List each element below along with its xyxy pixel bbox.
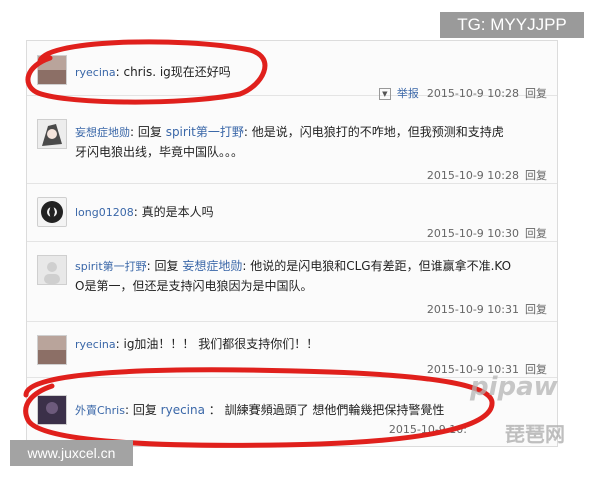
- comment-item: spirit第一打野: 回复 妄想症地勋: 他说的是闪电狼和CLG有差距，但谁赢…: [27, 241, 557, 322]
- user-avatar[interactable]: [37, 55, 67, 85]
- reply-link[interactable]: 回复: [525, 87, 547, 100]
- comment-author-link[interactable]: ryecina: [75, 338, 116, 351]
- user-avatar[interactable]: [37, 119, 67, 149]
- pipaw-watermark: pipaw: [470, 372, 558, 402]
- comment-timestamp: 2015-10-9 10:31: [426, 303, 519, 316]
- reply-prefix: : 回复: [124, 403, 161, 417]
- user-avatar[interactable]: [37, 255, 67, 285]
- mention-link[interactable]: 妄想症地勋: [182, 259, 242, 273]
- comment-line: long01208: 真的是本人吗: [75, 203, 214, 222]
- reply-prefix: : 回复: [130, 125, 166, 139]
- comment-meta: 2015-10-9 10:: [389, 423, 467, 436]
- comment-meta: 2015-10-9 10:28 回复: [427, 167, 547, 183]
- comment-text: ： 訓練賽頻過頭了 想他們輪幾把保持警覺性: [204, 403, 445, 417]
- comment-meta: 2015-10-9 10:31 回复: [427, 301, 547, 317]
- comment-line: 妄想症地勋: 回复 spirit第一打野: 他是说，闪电狼打的不咋地，但我预测和…: [75, 123, 504, 142]
- pipaw-cn-watermark: 琵琶网: [505, 422, 565, 446]
- reply-link[interactable]: 回复: [525, 169, 547, 182]
- avatar-dark-icon: [38, 396, 66, 424]
- comment-item: long01208: 真的是本人吗 2015-10-9 10:30 回复: [27, 183, 557, 242]
- user-avatar[interactable]: [37, 395, 67, 425]
- comment-text: : 他是说，闪电狼打的不咋地，但我预测和支持虎: [243, 125, 504, 139]
- reply-prefix: : 回复: [146, 259, 183, 273]
- tg-watermark-label: TG: MYYJJPP: [440, 12, 584, 38]
- comment-timestamp: 2015-10-9 10:30: [426, 227, 519, 240]
- user-avatar[interactable]: [37, 335, 67, 365]
- comment-meta: 2015-10-9 10:30 回复: [427, 225, 547, 241]
- avatar-photo-icon: [38, 56, 66, 84]
- comment-text-continued: O是第一，但还是支持闪电狼因为是中国队。: [75, 279, 313, 293]
- comment-text: : 真的是本人吗: [133, 205, 214, 219]
- reply-link[interactable]: 回复: [525, 303, 547, 316]
- comment-line: 外賣Chris: 回复 ryecina ： 訓練賽頻過頭了 想他們輪幾把保持警覺…: [75, 401, 444, 420]
- avatar-anime-icon: [38, 120, 66, 148]
- user-avatar[interactable]: [37, 197, 67, 227]
- comment-item: ryecina: ig加油！！！ 我们都很支持你们！！ 2015-10-9 10…: [27, 321, 557, 378]
- comment-text-continued: 牙闪电狼出线，毕竟中国队。。。: [75, 145, 244, 159]
- mention-link[interactable]: ryecina: [161, 403, 205, 417]
- comment-timestamp: 2015-10-9 10:: [388, 423, 467, 436]
- report-link[interactable]: 举报: [397, 87, 419, 100]
- dropdown-arrow-icon[interactable]: ▼: [378, 88, 391, 100]
- avatar-photo-icon: [38, 336, 66, 364]
- comment-text: : 他说的是闪电狼和CLG有差距，但谁赢拿不准.KO: [242, 259, 512, 273]
- site-watermark-label: www.juxcel.cn: [10, 440, 133, 466]
- comment-timestamp: 2015-10-9 10:28: [426, 169, 519, 182]
- reply-link[interactable]: 回复: [525, 227, 547, 240]
- comment-line: ryecina: chris. ig现在还好吗: [75, 63, 231, 82]
- comment-author-link[interactable]: 妄想症地勋: [75, 126, 130, 139]
- comment-text: : ig加油！！！ 我们都很支持你们！！: [115, 337, 319, 351]
- avatar-logo-icon: [38, 198, 66, 226]
- mention-link[interactable]: spirit第一打野: [166, 125, 244, 139]
- comment-author-link[interactable]: long01208: [75, 206, 134, 219]
- comment-line: spirit第一打野: 回复 妄想症地勋: 他说的是闪电狼和CLG有差距，但谁赢…: [75, 257, 511, 276]
- comment-text: : chris. ig现在还好吗: [115, 65, 231, 79]
- comment-line: ryecina: ig加油！！！ 我们都很支持你们！！: [75, 335, 318, 354]
- comment-author-link[interactable]: ryecina: [75, 66, 116, 79]
- comment-author-link[interactable]: 外賣Chris: [75, 404, 125, 417]
- avatar-default-icon: [38, 256, 66, 284]
- comment-item: ryecina: chris. ig现在还好吗 ▼ 举报 2015-10-9 10:…: [27, 41, 557, 100]
- comment-author-link[interactable]: spirit第一打野: [75, 260, 147, 273]
- comment-timestamp: 2015-10-9 10:28: [426, 87, 519, 100]
- comment-item: 妄想症地勋: 回复 spirit第一打野: 他是说，闪电狼打的不咋地，但我预测和…: [27, 103, 557, 184]
- comment-meta: ▼ 举报 2015-10-9 10:28 回复: [378, 85, 547, 101]
